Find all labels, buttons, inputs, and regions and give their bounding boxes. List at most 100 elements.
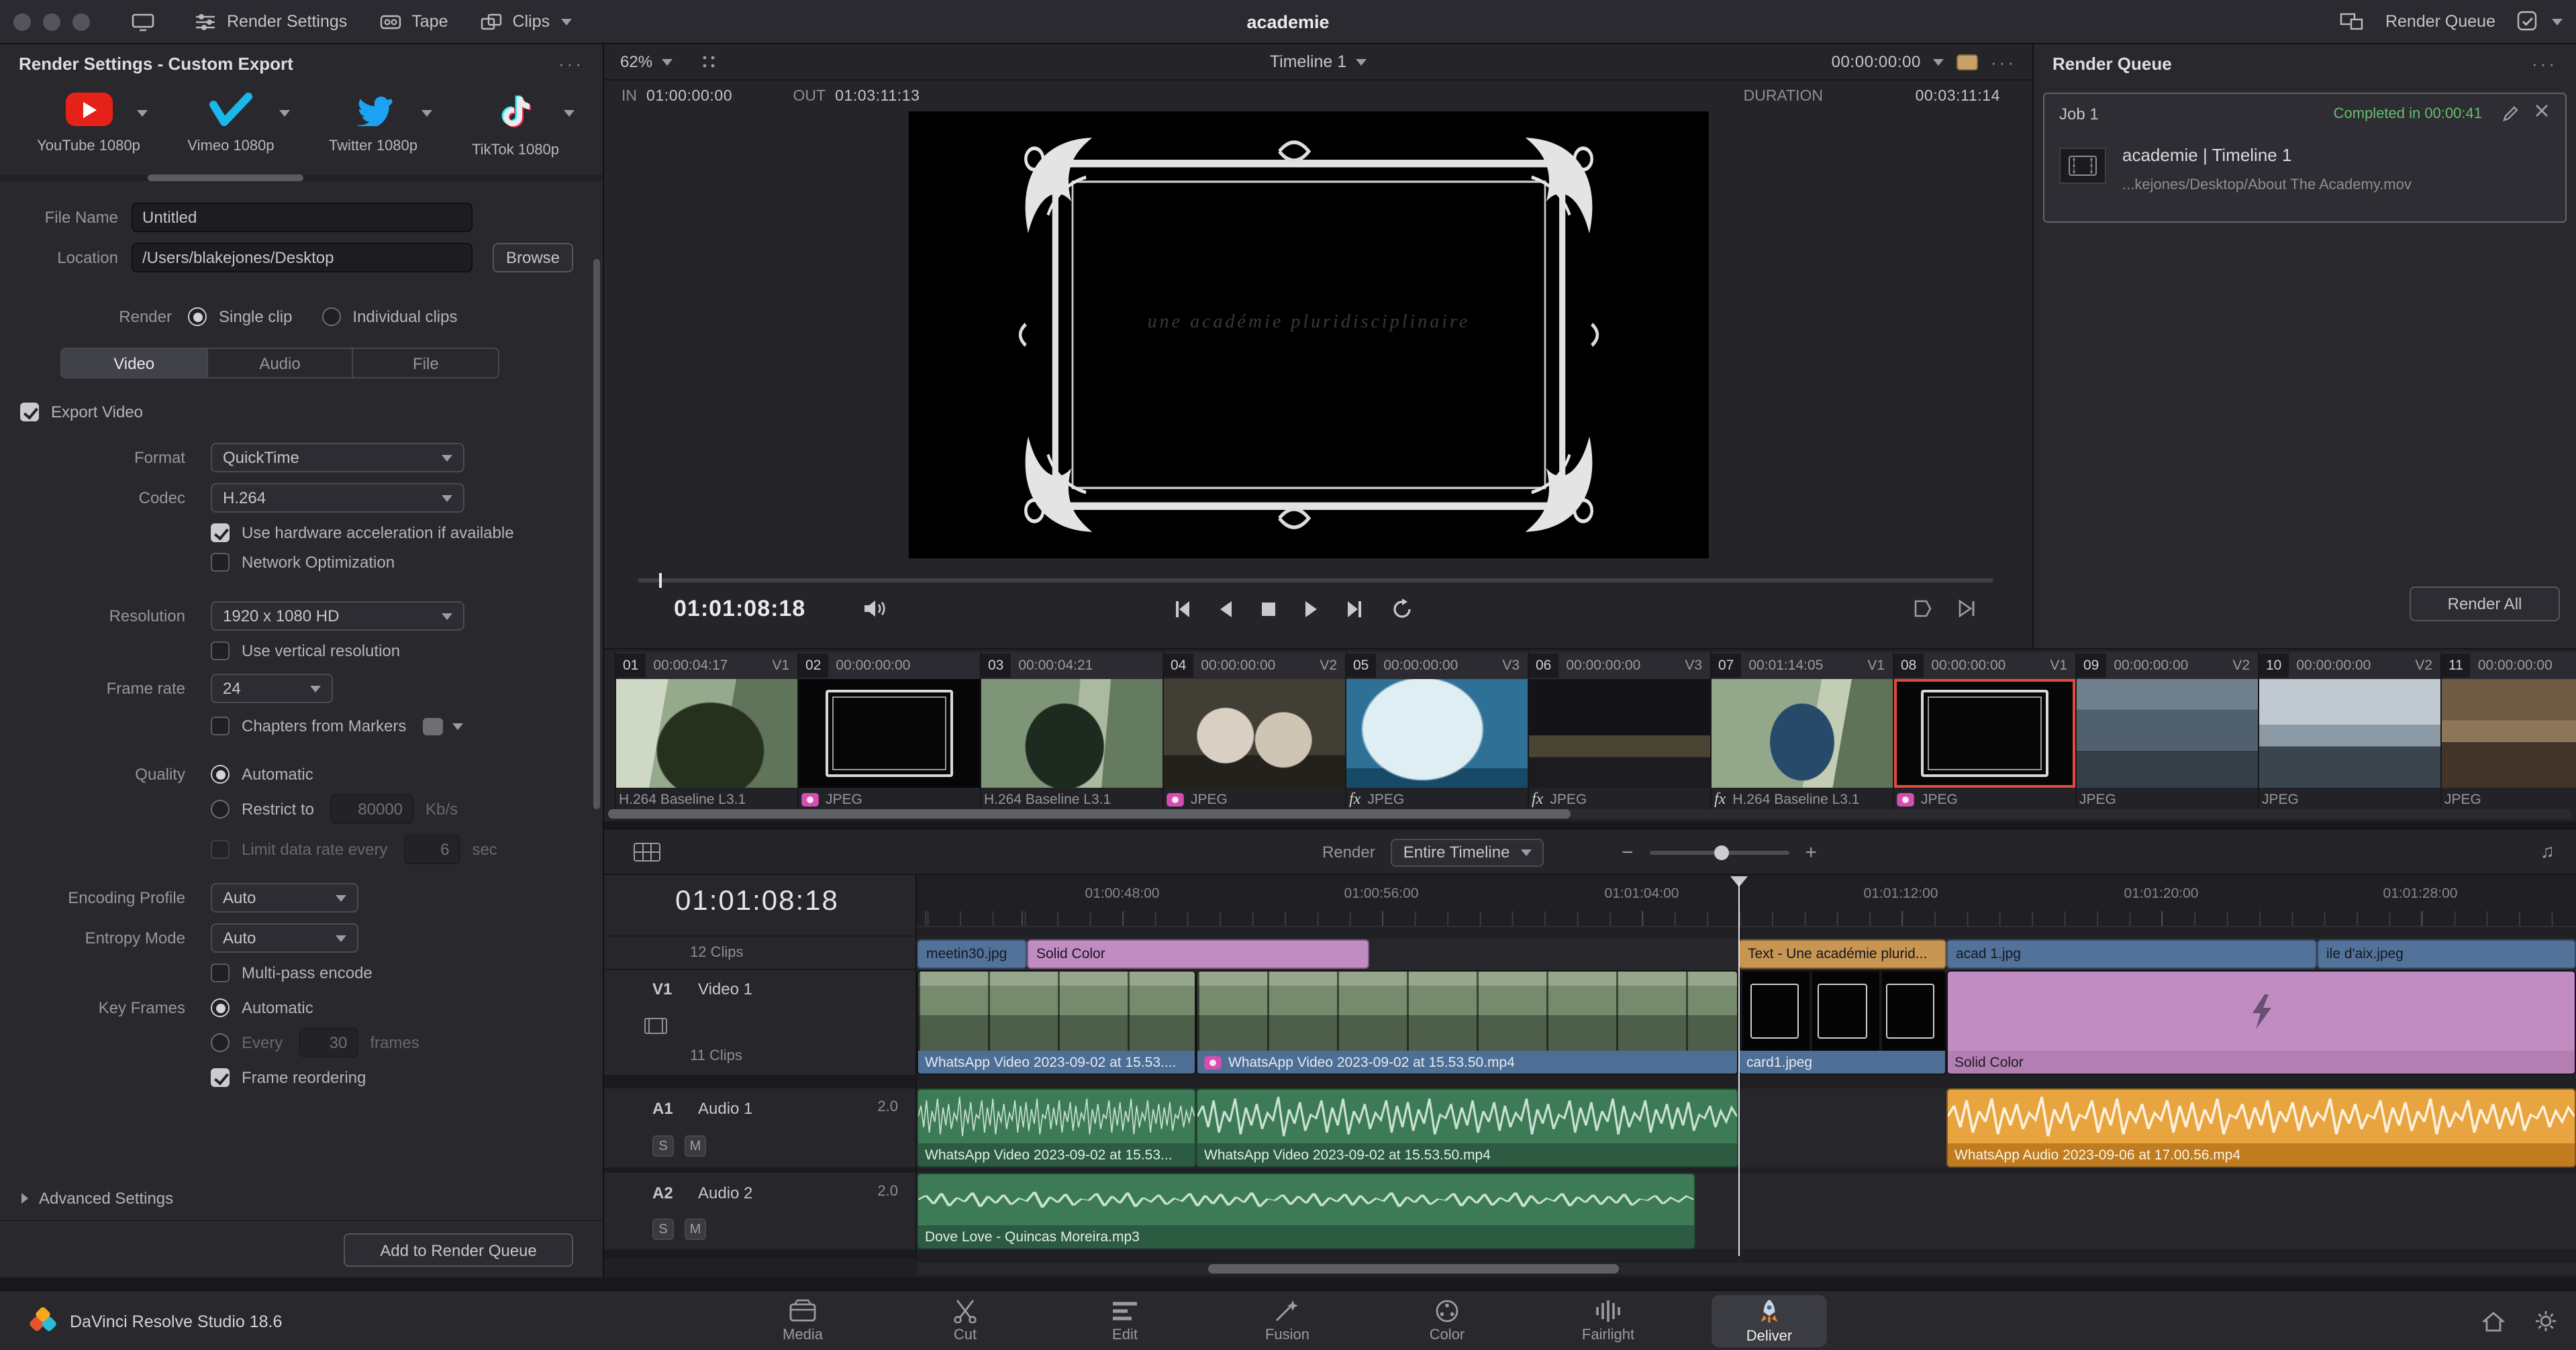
clip-thumbnail[interactable] [1712, 679, 1893, 788]
keyframes-automatic-radio[interactable] [211, 998, 230, 1017]
clip-thumbnail[interactable] [2442, 679, 2576, 788]
individual-clips-radio[interactable] [321, 307, 340, 326]
clip-thumbnail[interactable] [2259, 679, 2440, 788]
format-select[interactable]: QuickTime [211, 443, 464, 472]
stop-button[interactable] [1258, 599, 1279, 620]
zoom-window-button[interactable] [72, 13, 90, 30]
timeline-view-icon[interactable] [634, 843, 660, 862]
first-frame-button[interactable] [1172, 599, 1193, 620]
home-icon[interactable] [2482, 1310, 2505, 1332]
page-tab-edit[interactable]: Edit [1067, 1295, 1183, 1347]
frame-rate-select[interactable]: 24 [211, 674, 333, 703]
clip-thumbnail[interactable] [1164, 679, 1345, 788]
a2-mute-button[interactable]: M [685, 1218, 706, 1240]
a2-solo-button[interactable]: S [652, 1218, 674, 1240]
clean-feed-icon[interactable] [2340, 12, 2364, 31]
file-name-input[interactable] [132, 203, 473, 232]
hardware-acceleration-checkbox[interactable] [211, 523, 230, 542]
zoom-in-button[interactable]: + [1805, 841, 1818, 864]
page-tab-media[interactable]: Media [745, 1295, 860, 1347]
render-all-button[interactable]: Render All [2410, 586, 2560, 621]
panel-options-icon[interactable]: ··· [558, 53, 584, 73]
keyframes-every-radio[interactable] [211, 1033, 230, 1052]
preset-vimeo[interactable]: Vimeo 1080p [183, 93, 279, 158]
export-video-checkbox[interactable] [20, 403, 39, 421]
timeline-video-clip[interactable]: card1.jpeg [1738, 970, 1946, 1075]
clip-thumbnail[interactable] [981, 679, 1162, 788]
track-v1-id[interactable]: V1 [652, 980, 672, 998]
chapters-checkbox[interactable] [211, 717, 230, 735]
chevron-down-icon[interactable] [1933, 58, 1944, 65]
multipass-checkbox[interactable] [211, 964, 230, 982]
close-window-button[interactable] [13, 13, 31, 30]
preset-youtube[interactable]: YouTube 1080p [40, 93, 137, 158]
chevron-down-icon[interactable] [137, 110, 148, 117]
clip-cell[interactable]: 0100:00:04:17V1 H.264 Baseline L3.1 [615, 652, 797, 811]
timeline-video-clip[interactable]: WhatsApp Video 2023-09-02 at 15.53.50.mp… [1196, 970, 1738, 1075]
frame-reordering-checkbox[interactable] [211, 1068, 230, 1087]
timeline-video-clip[interactable]: Solid Color [1946, 970, 2576, 1075]
timeline-ruler[interactable]: 01:00:48:00 01:00:56:00 01:01:04:00 01:0… [917, 875, 2576, 927]
render-range-select[interactable]: Entire Timeline [1391, 838, 1544, 866]
minimize-window-button[interactable] [43, 13, 60, 30]
audio-waveform-toggle-icon[interactable]: ♫ [2540, 840, 2555, 862]
timeline-video-clip[interactable]: WhatsApp Video 2023-09-02 at 15.53.... [917, 970, 1196, 1075]
track-a2-name[interactable]: Audio 2 [698, 1184, 752, 1202]
play-reverse-button[interactable] [1215, 599, 1236, 620]
render-job-card[interactable]: Job 1 Completed in 00:00:41 academie | T… [2043, 93, 2567, 223]
page-tab-color[interactable]: Color [1389, 1295, 1505, 1347]
keyframes-input[interactable] [299, 1028, 358, 1057]
viewer-menu-icon[interactable]: ··· [1991, 52, 2016, 72]
clip-cell[interactable]: 1100:00:00:00 JPEG [2440, 652, 2576, 811]
timeline-clip[interactable]: meetin30.jpg [917, 939, 1027, 969]
track-a2-id[interactable]: A2 [652, 1184, 673, 1202]
clip-thumbnail[interactable] [1346, 679, 1528, 788]
preset-twitter[interactable]: Twitter 1080p [325, 93, 422, 158]
clip-thumbnail[interactable] [2077, 679, 2258, 788]
clip-cell[interactable]: 0400:00:00:00V2 JPEG [1162, 652, 1345, 811]
tape-toggle[interactable]: Tape [363, 5, 464, 38]
timeline-clip[interactable]: ile d'aix.jpeg [2317, 939, 2576, 969]
clip-cell[interactable]: 1000:00:00:00V2 JPEG [2258, 652, 2440, 811]
zoom-out-button[interactable]: − [1622, 841, 1634, 864]
chevron-down-icon[interactable] [422, 110, 432, 117]
browse-button[interactable]: Browse [493, 243, 573, 272]
clip-cell[interactable]: 0500:00:00:00V3 fxJPEG [1345, 652, 1528, 811]
viewer-zoom-value[interactable]: 62% [620, 52, 652, 71]
clips-toggle[interactable]: Clips [464, 5, 588, 38]
track-a1-name[interactable]: Audio 1 [698, 1099, 752, 1118]
timeline-audio-clip[interactable]: WhatsApp Video 2023-09-02 at 15.53.50.mp… [1196, 1088, 1738, 1167]
encoding-profile-select[interactable]: Auto [211, 883, 358, 913]
page-tab-fairlight[interactable]: Fairlight [1550, 1295, 1666, 1347]
page-tab-fusion[interactable]: Fusion [1230, 1295, 1345, 1347]
timeline-audio-clip[interactable]: Dove Love - Quincas Moreira.mp3 [917, 1173, 1695, 1249]
timeline-selector-value[interactable]: Timeline 1 [1270, 52, 1346, 71]
edit-job-icon[interactable] [2502, 105, 2520, 122]
scrubber-playhead[interactable] [659, 573, 662, 588]
chevron-down-icon[interactable] [2552, 18, 2563, 25]
clip-thumbnail[interactable] [1894, 679, 2075, 788]
chevron-down-icon[interactable] [279, 110, 290, 117]
chevron-down-icon[interactable] [662, 58, 673, 65]
page-tab-deliver[interactable]: Deliver [1712, 1295, 1827, 1347]
tab-video[interactable]: Video [62, 349, 207, 377]
workspace-icon[interactable] [2517, 11, 2538, 32]
marker-color-swatch[interactable] [422, 717, 442, 735]
clip-thumbnail[interactable] [616, 679, 797, 788]
track-a1-id[interactable]: A1 [652, 1099, 673, 1118]
remove-job-icon[interactable] [2534, 103, 2549, 118]
render-queue-toggle[interactable]: Render Queue [2377, 5, 2504, 38]
viewer-timecode[interactable]: 00:00:00:00 [1832, 52, 1921, 71]
chevron-down-icon[interactable] [1356, 58, 1367, 65]
play-button[interactable] [1301, 599, 1322, 620]
a1-solo-button[interactable]: S [652, 1135, 674, 1157]
single-clip-radio[interactable] [188, 307, 207, 326]
clip-cell[interactable]: 0900:00:00:00V2 JPEG [2075, 652, 2258, 811]
restrict-to-radio[interactable] [211, 800, 230, 819]
render-settings-toggle[interactable]: Render Settings [179, 5, 363, 38]
resolution-select[interactable]: 1920 x 1080 HD [211, 601, 464, 631]
chevron-down-icon[interactable] [452, 723, 462, 729]
clip-cell[interactable]: 0700:01:14:05V1 fxH.264 Baseline L3.1 [1710, 652, 1893, 811]
cue-mark-icon[interactable] [1913, 599, 1933, 619]
viewer-scrubber[interactable] [638, 578, 1993, 582]
